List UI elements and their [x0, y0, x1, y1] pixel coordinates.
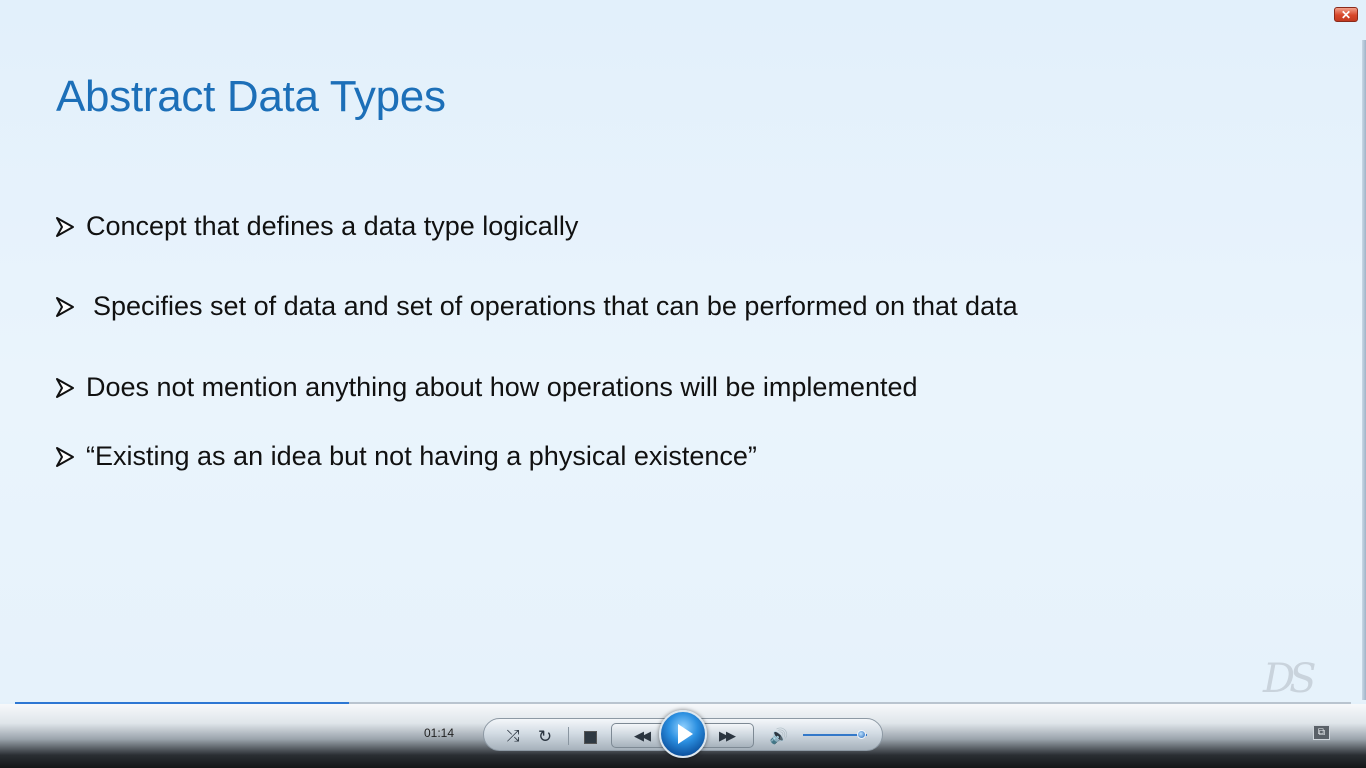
- ds-logo: DS: [1263, 656, 1317, 702]
- rewind-button[interactable]: ◀◀: [623, 724, 659, 748]
- divider: [568, 727, 569, 745]
- volume-slider-thumb[interactable]: [856, 730, 866, 739]
- bullet-item: Does not mention anything about how oper…: [55, 372, 918, 403]
- play-icon: [677, 724, 693, 744]
- slide: ✕ Abstract Data Types Concept that defin…: [0, 0, 1366, 702]
- shuffle-icon[interactable]: ⤮: [502, 726, 524, 748]
- switch-to-library-icon[interactable]: ⧉: [1313, 725, 1330, 740]
- bullet-text: “Existing as an idea but not having a ph…: [86, 441, 757, 471]
- elapsed-time: 01:14: [424, 726, 455, 740]
- player-control-bar: 01:14 ⤮ ↻ ◀◀ ▶▶ 🔊 ⧉: [0, 704, 1366, 768]
- volume-icon[interactable]: 🔊: [767, 726, 791, 746]
- stop-icon: [583, 730, 597, 744]
- play-button[interactable]: [659, 710, 707, 758]
- bullet-text: Does not mention anything about how oper…: [86, 372, 918, 402]
- bullet-item: “Existing as an idea but not having a ph…: [55, 441, 757, 472]
- fast-forward-button[interactable]: ▶▶: [708, 724, 744, 748]
- stop-button[interactable]: [580, 727, 600, 747]
- slide-title: Abstract Data Types: [56, 72, 446, 121]
- repeat-icon[interactable]: ↻: [534, 726, 556, 748]
- close-icon[interactable]: ✕: [1334, 7, 1358, 22]
- arrow-bullet-icon: [56, 377, 74, 398]
- arrow-bullet-icon: [56, 296, 74, 317]
- window-edge: [1362, 40, 1366, 700]
- arrow-bullet-icon: [56, 446, 74, 467]
- bullet-text: Concept that defines a data type logical…: [86, 211, 579, 241]
- bullet-text: Specifies set of data and set of operati…: [93, 291, 1018, 321]
- bullet-item: Concept that defines a data type logical…: [55, 211, 578, 242]
- bullet-item: Specifies set of data and set of operati…: [55, 291, 1018, 322]
- arrow-bullet-icon: [56, 216, 74, 237]
